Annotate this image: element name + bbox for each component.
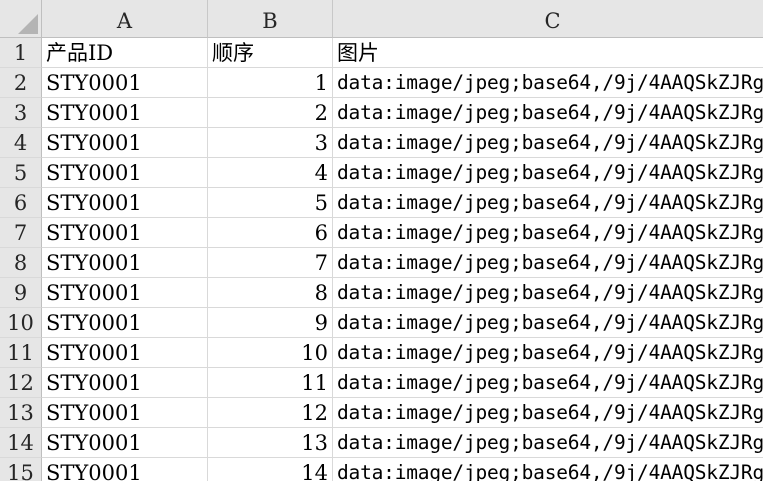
cell-product-id[interactable]: STY0001: [42, 278, 208, 308]
row-header[interactable]: 2: [0, 68, 42, 98]
cell-order[interactable]: 4: [208, 158, 333, 188]
row-header[interactable]: 6: [0, 188, 42, 218]
row-header[interactable]: 15: [0, 458, 42, 481]
table-row: STY0001 9 data:image/jpeg;base64,/9j/4AAQS…: [42, 308, 763, 338]
table-row: STY0001 8 data:image/jpeg;base64,/9j/4AAQS…: [42, 278, 763, 308]
row-header-bar: 1 2 3 4 5 6 7 8 9 10 11 12 13 14 15: [0, 38, 42, 481]
row-header[interactable]: 9: [0, 278, 42, 308]
cell-image-data[interactable]: data:image/jpeg;base64,/9j/4AAQSkZJRgABA…: [333, 398, 763, 428]
table-row: STY0001 3 data:image/jpeg;base64,/9j/4AAQS…: [42, 128, 763, 158]
cell-product-id[interactable]: STY0001: [42, 428, 208, 458]
table-row: STY0001 14 data:image/jpeg;base64,/9j/4AAQ…: [42, 458, 763, 481]
table-row: STY0001 12 data:image/jpeg;base64,/9j/4AAQ…: [42, 398, 763, 428]
row-header[interactable]: 13: [0, 398, 42, 428]
cell-order[interactable]: 2: [208, 98, 333, 128]
cell-order[interactable]: 6: [208, 218, 333, 248]
cell-header-product-id[interactable]: 产品ID: [42, 38, 208, 68]
cell-product-id[interactable]: STY0001: [42, 188, 208, 218]
table-row: STY0001 4 data:image/jpeg;base64,/9j/4AAQS…: [42, 158, 763, 188]
cell-order[interactable]: 13: [208, 428, 333, 458]
cell-image-data[interactable]: data:image/jpeg;base64,/9j/4AAQSkZJRgABA…: [333, 158, 763, 188]
table-header-row: 产品ID 顺序 图片: [42, 38, 763, 68]
cell-product-id[interactable]: STY0001: [42, 218, 208, 248]
cell-image-data[interactable]: data:image/jpeg;base64,/9j/4AAQSkZJRgABA…: [333, 338, 763, 368]
row-header[interactable]: 1: [0, 38, 42, 68]
cell-order[interactable]: 3: [208, 128, 333, 158]
column-header-b[interactable]: B: [208, 0, 333, 38]
cell-grid: 产品ID 顺序 图片 STY0001 1 data:image/jpeg;base6…: [42, 38, 763, 481]
cell-product-id[interactable]: STY0001: [42, 308, 208, 338]
table-row: STY0001 5 data:image/jpeg;base64,/9j/4AAQS…: [42, 188, 763, 218]
cell-image-data[interactable]: data:image/jpeg;base64,/9j/4AAQSkZJRgABA…: [333, 308, 763, 338]
cell-order[interactable]: 1: [208, 68, 333, 98]
cell-product-id[interactable]: STY0001: [42, 128, 208, 158]
cell-product-id[interactable]: STY0001: [42, 338, 208, 368]
row-header[interactable]: 4: [0, 128, 42, 158]
table-row: STY0001 6 data:image/jpeg;base64,/9j/4AAQS…: [42, 218, 763, 248]
cell-image-data[interactable]: data:image/jpeg;base64,/9j/4AAQSkZJRgABA…: [333, 428, 763, 458]
cell-order[interactable]: 7: [208, 248, 333, 278]
cell-image-data[interactable]: data:image/jpeg;base64,/9j/4AAQSkZJRgABA…: [333, 458, 763, 481]
cell-order[interactable]: 10: [208, 338, 333, 368]
cell-image-data[interactable]: data:image/jpeg;base64,/9j/4AAQSkZJRgABA…: [333, 248, 763, 278]
cell-product-id[interactable]: STY0001: [42, 458, 208, 481]
column-header-bar: A B C: [42, 0, 763, 38]
cell-order[interactable]: 9: [208, 308, 333, 338]
cell-order[interactable]: 8: [208, 278, 333, 308]
table-row: STY0001 2 data:image/jpeg;base64,/9j/4AAQS…: [42, 98, 763, 128]
cell-product-id[interactable]: STY0001: [42, 368, 208, 398]
cell-order[interactable]: 5: [208, 188, 333, 218]
cell-image-data[interactable]: data:image/jpeg;base64,/9j/4AAQSkZJRgABA…: [333, 218, 763, 248]
table-row: STY0001 1 data:image/jpeg;base64,/9j/4AAQS…: [42, 68, 763, 98]
cell-product-id[interactable]: STY0001: [42, 248, 208, 278]
row-header[interactable]: 3: [0, 98, 42, 128]
cell-product-id[interactable]: STY0001: [42, 98, 208, 128]
cell-header-order[interactable]: 顺序: [208, 38, 333, 68]
table-row: STY0001 11 data:image/jpeg;base64,/9j/4AAQ…: [42, 368, 763, 398]
cell-order[interactable]: 12: [208, 398, 333, 428]
row-header[interactable]: 8: [0, 248, 42, 278]
column-header-c[interactable]: C: [333, 0, 763, 38]
cell-image-data[interactable]: data:image/jpeg;base64,/9j/4AAQSkZJRgABA…: [333, 68, 763, 98]
row-header[interactable]: 11: [0, 338, 42, 368]
cell-image-data[interactable]: data:image/jpeg;base64,/9j/4AAQSkZJRgABA…: [333, 278, 763, 308]
cell-header-image[interactable]: 图片: [333, 38, 763, 68]
row-header[interactable]: 10: [0, 308, 42, 338]
cell-image-data[interactable]: data:image/jpeg;base64,/9j/4AAQSkZJRgABA…: [333, 98, 763, 128]
table-row: STY0001 13 data:image/jpeg;base64,/9j/4AAQ…: [42, 428, 763, 458]
cell-image-data[interactable]: data:image/jpeg;base64,/9j/4AAQSkZJRgABA…: [333, 368, 763, 398]
row-header[interactable]: 5: [0, 158, 42, 188]
spreadsheet-grid: A B C 1 2 3 4 5 6 7 8 9 10 11 12 13 14 15 产品ID 顺序 图片 …: [0, 0, 763, 481]
cell-product-id[interactable]: STY0001: [42, 158, 208, 188]
column-header-a[interactable]: A: [42, 0, 208, 38]
cell-product-id[interactable]: STY0001: [42, 68, 208, 98]
cell-image-data[interactable]: data:image/jpeg;base64,/9j/4AAQSkZJRgABA…: [333, 188, 763, 218]
cell-image-data[interactable]: data:image/jpeg;base64,/9j/4AAQSkZJRgABA…: [333, 128, 763, 158]
table-row: STY0001 10 data:image/jpeg;base64,/9j/4AAQ…: [42, 338, 763, 368]
row-header[interactable]: 14: [0, 428, 42, 458]
row-header[interactable]: 12: [0, 368, 42, 398]
select-all-triangle-icon: [18, 14, 38, 34]
cell-order[interactable]: 14: [208, 458, 333, 481]
cell-order[interactable]: 11: [208, 368, 333, 398]
table-row: STY0001 7 data:image/jpeg;base64,/9j/4AAQS…: [42, 248, 763, 278]
select-all-button[interactable]: [0, 0, 42, 38]
row-header[interactable]: 7: [0, 218, 42, 248]
cell-product-id[interactable]: STY0001: [42, 398, 208, 428]
